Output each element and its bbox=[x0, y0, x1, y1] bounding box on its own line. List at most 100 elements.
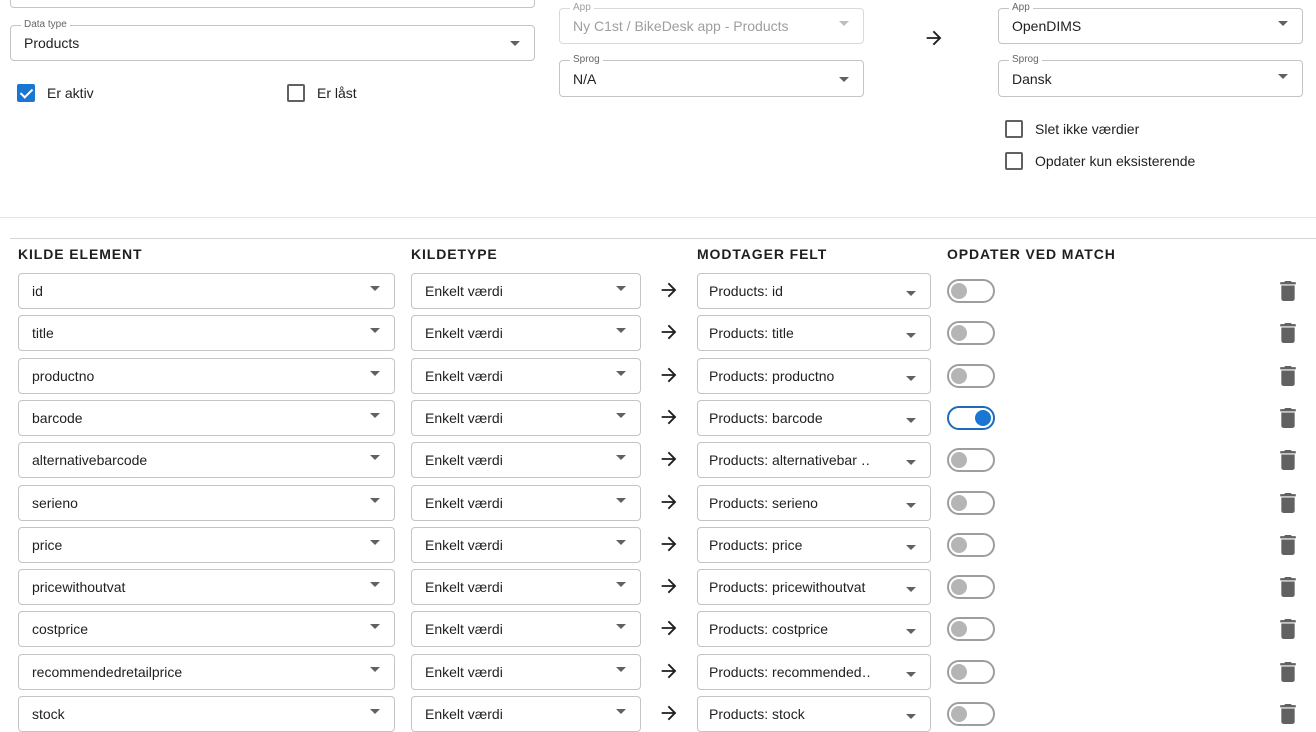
trash-icon[interactable] bbox=[1280, 408, 1296, 428]
opdater-ved-match-toggle[interactable] bbox=[947, 321, 995, 345]
kilde-element-select[interactable]: id bbox=[18, 273, 395, 309]
opdater-ved-match-toggle[interactable] bbox=[947, 406, 995, 430]
modtager-felt-select[interactable]: Products: alternativebar … bbox=[697, 442, 931, 478]
chevron-down-icon bbox=[616, 624, 626, 629]
modtager-felt-select[interactable]: Products: productno bbox=[697, 358, 931, 394]
chevron-down-icon bbox=[906, 376, 916, 381]
target-sprog-select[interactable]: Sprog Dansk bbox=[998, 54, 1303, 97]
kilde-element-select[interactable]: serieno bbox=[18, 485, 395, 521]
modtager-felt-select[interactable]: Products: pricewithoutvat bbox=[697, 569, 931, 605]
slet-ikke-vaerdier-checkbox[interactable] bbox=[1005, 120, 1023, 138]
opdater-ved-match-toggle[interactable] bbox=[947, 702, 995, 726]
table-row: stock Enkelt værdi Products: stock bbox=[0, 696, 1316, 732]
clipped-top-field[interactable] bbox=[10, 0, 535, 8]
trash-icon[interactable] bbox=[1280, 323, 1296, 343]
trash-icon[interactable] bbox=[1280, 493, 1296, 513]
chevron-down-icon bbox=[906, 291, 916, 296]
modtager-felt-select[interactable]: Products: stock bbox=[697, 696, 931, 732]
chevron-down-icon bbox=[370, 667, 380, 672]
kildetype-select[interactable]: Enkelt værdi bbox=[411, 696, 641, 732]
trash-icon[interactable] bbox=[1280, 281, 1296, 301]
arrow-right-icon bbox=[661, 620, 677, 636]
chevron-down-icon bbox=[370, 413, 380, 418]
chevron-down-icon bbox=[616, 328, 626, 333]
opdater-ved-match-toggle[interactable] bbox=[947, 660, 995, 684]
target-app-select[interactable]: App OpenDIMS bbox=[998, 2, 1303, 44]
kilde-element-value: costprice bbox=[32, 621, 89, 637]
table-row: productno Enkelt værdi Products: productno bbox=[0, 358, 1316, 394]
kilde-element-value: id bbox=[32, 283, 43, 299]
data-type-select[interactable]: Data type Products bbox=[10, 19, 535, 61]
kilde-element-select[interactable]: stock bbox=[18, 696, 395, 732]
kildetype-select[interactable]: Enkelt værdi bbox=[411, 527, 641, 563]
trash-icon[interactable] bbox=[1280, 450, 1296, 470]
kildetype-value: Enkelt værdi bbox=[425, 283, 503, 299]
kilde-element-select[interactable]: price bbox=[18, 527, 395, 563]
opdater-ved-match-toggle[interactable] bbox=[947, 575, 995, 599]
kildetype-select[interactable]: Enkelt værdi bbox=[411, 442, 641, 478]
kildetype-select[interactable]: Enkelt værdi bbox=[411, 400, 641, 436]
kildetype-value: Enkelt værdi bbox=[425, 325, 503, 341]
trash-icon[interactable] bbox=[1280, 704, 1296, 724]
modtager-felt-select[interactable]: Products: id bbox=[697, 273, 931, 309]
opdater-ved-match-toggle[interactable] bbox=[947, 491, 995, 515]
modtager-felt-select[interactable]: Products: costprice bbox=[697, 611, 931, 647]
chevron-down-icon bbox=[370, 286, 380, 291]
kilde-element-select[interactable]: productno bbox=[18, 358, 395, 394]
kilde-element-select[interactable]: costprice bbox=[18, 611, 395, 647]
opdater-ved-match-toggle[interactable] bbox=[947, 364, 995, 388]
slet-ikke-vaerdier-label: Slet ikke værdier bbox=[1035, 121, 1140, 137]
chevron-down-icon bbox=[906, 333, 916, 338]
kilde-element-value: alternativebarcode bbox=[32, 452, 148, 468]
er-last-checkbox[interactable] bbox=[287, 84, 305, 102]
chevron-down-icon bbox=[839, 21, 849, 26]
modtager-felt-value: Products: barcode bbox=[709, 410, 823, 426]
kilde-element-select[interactable]: title bbox=[18, 315, 395, 351]
toggle-knob bbox=[951, 452, 967, 468]
trash-icon[interactable] bbox=[1280, 619, 1296, 639]
modtager-felt-select[interactable]: Products: title bbox=[697, 315, 931, 351]
modtager-felt-select[interactable]: Products: barcode bbox=[697, 400, 931, 436]
data-type-value: Products bbox=[24, 35, 80, 51]
chevron-down-icon bbox=[616, 709, 626, 714]
trash-icon[interactable] bbox=[1280, 366, 1296, 386]
kildetype-select[interactable]: Enkelt værdi bbox=[411, 358, 641, 394]
kilde-element-select[interactable]: pricewithoutvat bbox=[18, 569, 395, 605]
kildetype-value: Enkelt værdi bbox=[425, 452, 503, 468]
chevron-down-icon bbox=[370, 709, 380, 714]
opdater-kun-eksisterende-checkbox[interactable] bbox=[1005, 152, 1023, 170]
arrow-right-icon bbox=[661, 494, 677, 510]
opdater-ved-match-toggle[interactable] bbox=[947, 617, 995, 641]
table-row: price Enkelt værdi Products: price bbox=[0, 527, 1316, 563]
trash-icon[interactable] bbox=[1280, 577, 1296, 597]
kildetype-select[interactable]: Enkelt værdi bbox=[411, 273, 641, 309]
er-aktiv-checkbox[interactable] bbox=[17, 84, 35, 102]
arrow-right-icon bbox=[661, 578, 677, 594]
table-top-border bbox=[10, 238, 1316, 239]
source-sprog-select[interactable]: Sprog N/A bbox=[559, 54, 864, 97]
kildetype-select[interactable]: Enkelt værdi bbox=[411, 485, 641, 521]
header-modtager-felt: MODTAGER FELT bbox=[697, 246, 828, 262]
arrow-right-icon bbox=[661, 705, 677, 721]
kildetype-select[interactable]: Enkelt værdi bbox=[411, 315, 641, 351]
opdater-ved-match-toggle[interactable] bbox=[947, 279, 995, 303]
opdater-ved-match-toggle[interactable] bbox=[947, 533, 995, 557]
kildetype-select[interactable]: Enkelt værdi bbox=[411, 654, 641, 690]
source-sprog-value: N/A bbox=[573, 70, 597, 87]
modtager-felt-select[interactable]: Products: serieno bbox=[697, 485, 931, 521]
trash-icon[interactable] bbox=[1280, 662, 1296, 682]
chevron-down-icon bbox=[616, 540, 626, 545]
kilde-element-select[interactable]: alternativebarcode bbox=[18, 442, 395, 478]
table-row: title Enkelt værdi Products: title bbox=[0, 315, 1316, 351]
table-row: id Enkelt værdi Products: id bbox=[0, 273, 1316, 309]
kilde-element-select[interactable]: barcode bbox=[18, 400, 395, 436]
opdater-ved-match-toggle[interactable] bbox=[947, 448, 995, 472]
kildetype-select[interactable]: Enkelt værdi bbox=[411, 569, 641, 605]
toggle-knob bbox=[951, 325, 967, 341]
modtager-felt-select[interactable]: Products: recommended… bbox=[697, 654, 931, 690]
trash-icon[interactable] bbox=[1280, 535, 1296, 555]
kilde-element-select[interactable]: recommendedretailprice bbox=[18, 654, 395, 690]
modtager-felt-select[interactable]: Products: price bbox=[697, 527, 931, 563]
kildetype-select[interactable]: Enkelt værdi bbox=[411, 611, 641, 647]
toggle-knob bbox=[975, 410, 991, 426]
